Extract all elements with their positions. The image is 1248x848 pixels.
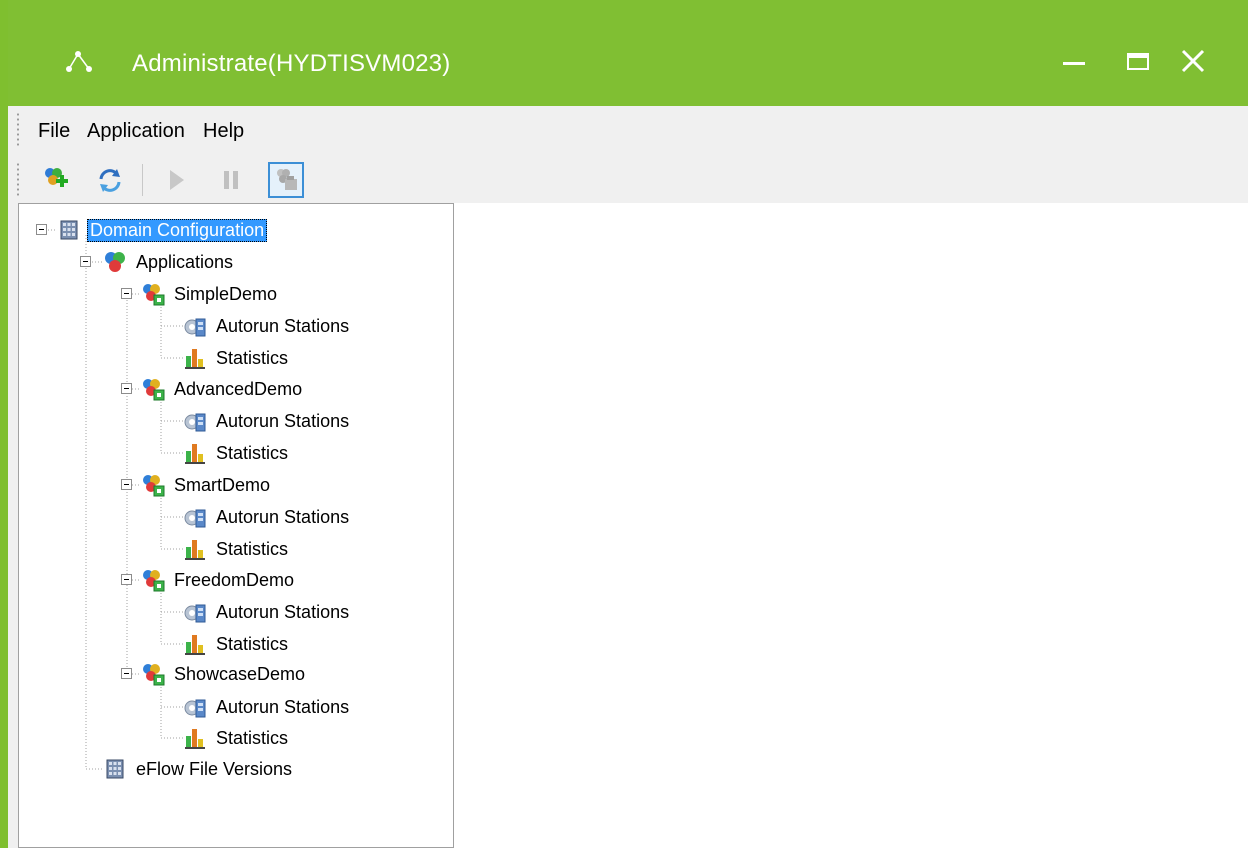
tree-node-autorun-stations[interactable]: Autorun Stations — [183, 502, 352, 532]
autorun-stations-icon — [184, 413, 206, 432]
tree-node-application[interactable]: AdvancedDemo — [141, 374, 305, 404]
minimize-icon — [1063, 62, 1085, 65]
collapse-toggle[interactable] — [36, 224, 47, 235]
collapse-toggle[interactable] — [121, 479, 132, 490]
add-application-icon — [45, 168, 68, 187]
pause-icon — [224, 171, 238, 189]
tree-node-autorun-stations[interactable]: Autorun Stations — [183, 311, 352, 341]
start-button[interactable] — [158, 162, 194, 198]
application-icon — [143, 664, 165, 686]
bar-chart-icon — [185, 540, 205, 560]
menu-grip[interactable] — [16, 112, 20, 148]
tree-node-eflow-file-versions[interactable]: eFlow File Versions — [103, 754, 295, 784]
autorun-stations-icon — [184, 699, 206, 718]
application-icon — [143, 570, 165, 592]
close-button[interactable] — [1173, 40, 1213, 80]
title-bar[interactable]: Administrate(HYDTISVM023) — [8, 0, 1248, 106]
close-icon — [1181, 49, 1205, 73]
toolbar-separator — [142, 164, 143, 196]
bar-chart-icon — [185, 444, 205, 464]
play-icon — [170, 170, 184, 190]
database-icon — [106, 759, 124, 779]
menu-bar: File Application Help — [8, 106, 1248, 154]
tree-node-statistics[interactable]: Statistics — [183, 343, 291, 373]
autorun-stations-icon — [184, 604, 206, 623]
toolbar-grip[interactable] — [16, 162, 20, 198]
tree-node-domain-configuration[interactable]: Domain Configuration — [57, 215, 268, 245]
admin-window: Administrate(HYDTISVM023) File Applicati… — [8, 0, 1248, 848]
autorun-stations-icon — [184, 318, 206, 337]
refresh-button[interactable] — [92, 162, 128, 198]
bar-chart-icon — [185, 635, 205, 655]
refresh-icon — [99, 169, 121, 192]
station-icon — [277, 169, 297, 190]
minimize-button[interactable] — [1055, 40, 1095, 80]
maximize-icon — [1127, 53, 1149, 70]
bar-chart-icon — [185, 729, 205, 749]
client-area: File Application Help Domain Configurati… — [8, 106, 1248, 848]
station-toggle-button[interactable] — [268, 162, 304, 198]
collapse-toggle[interactable] — [121, 668, 132, 679]
tree-node-statistics[interactable]: Statistics — [183, 438, 291, 468]
collapse-toggle[interactable] — [121, 383, 132, 394]
tree-node-autorun-stations[interactable]: Autorun Stations — [183, 692, 352, 722]
window-title: Administrate(HYDTISVM023) — [132, 50, 451, 77]
maximize-button[interactable] — [1118, 40, 1158, 80]
menu-application[interactable]: Application — [83, 120, 189, 143]
database-icon — [60, 220, 78, 240]
application-icon — [143, 379, 165, 401]
menu-help[interactable]: Help — [199, 120, 248, 143]
collapse-toggle[interactable] — [121, 288, 132, 299]
autorun-stations-icon — [184, 509, 206, 528]
network-nodes-icon — [66, 51, 92, 72]
applications-icon — [105, 252, 125, 272]
tree-node-application[interactable]: ShowcaseDemo — [141, 659, 308, 689]
domain-tree-view[interactable]: Domain Configuration Applications Simple… — [18, 203, 454, 848]
collapse-toggle[interactable] — [80, 256, 91, 267]
pause-button[interactable] — [213, 162, 249, 198]
tree-node-autorun-stations[interactable]: Autorun Stations — [183, 406, 352, 436]
menu-file[interactable]: File — [34, 120, 74, 143]
tree-node-statistics[interactable]: Statistics — [183, 534, 291, 564]
tree-node-statistics[interactable]: Statistics — [183, 723, 291, 753]
details-panel — [454, 203, 1248, 848]
tree-node-application[interactable]: SimpleDemo — [141, 279, 280, 309]
tree-node-statistics[interactable]: Statistics — [183, 629, 291, 659]
application-icon — [143, 284, 165, 306]
collapse-toggle[interactable] — [121, 574, 132, 585]
tree-node-application[interactable]: FreedomDemo — [141, 565, 297, 595]
tree-node-autorun-stations[interactable]: Autorun Stations — [183, 597, 352, 627]
toolbar — [8, 156, 1248, 204]
tree-node-applications[interactable]: Applications — [103, 247, 236, 277]
bar-chart-icon — [185, 349, 205, 369]
application-icon — [143, 475, 165, 497]
add-application-button[interactable] — [38, 162, 74, 198]
tree-node-application[interactable]: SmartDemo — [141, 470, 273, 500]
